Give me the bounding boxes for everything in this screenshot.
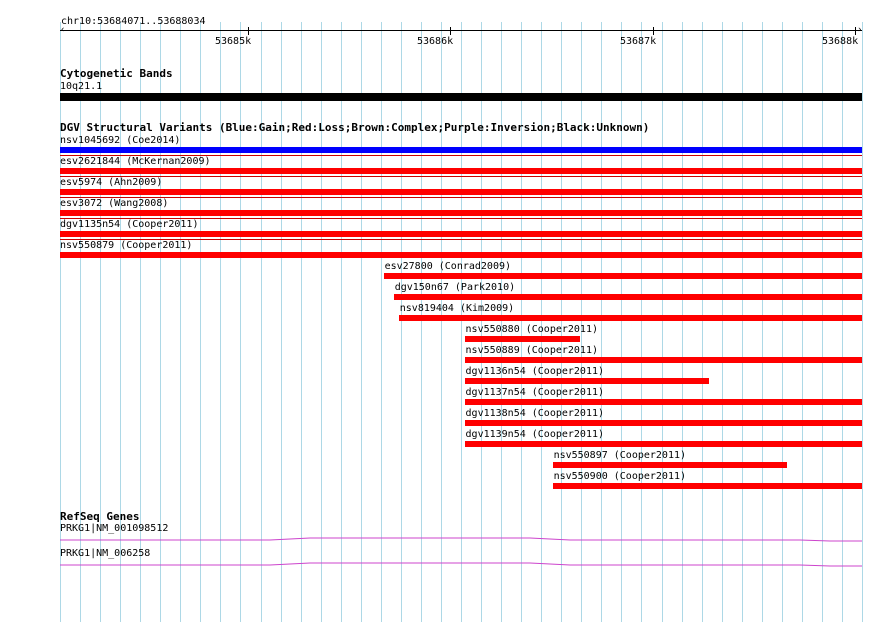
variant-row-divider xyxy=(60,197,862,198)
dgv-track-title: DGV Structural Variants (Blue:Gain;Red:L… xyxy=(60,121,650,134)
variant-label: nsv1045692 (Coe2014) xyxy=(60,135,181,146)
variant-bar[interactable] xyxy=(464,441,862,447)
scale-tick xyxy=(855,27,856,35)
variant-bar[interactable] xyxy=(464,378,710,384)
scale-tick xyxy=(450,27,451,35)
scale-tick-label: 53687k xyxy=(620,36,657,47)
variant-label: nsv550889 (Cooper2011) xyxy=(465,345,598,356)
gene-label: PRKG1|NM_001098512 xyxy=(60,523,169,534)
variant-bar[interactable] xyxy=(552,483,862,489)
scale-tick-label: 53685k xyxy=(215,36,252,47)
scale-tick-label: 53688k xyxy=(822,36,859,47)
variant-row-divider xyxy=(60,176,862,177)
gene-intron-line xyxy=(60,562,862,567)
scale-axis-line xyxy=(60,30,862,31)
scale-arrow-right-icon: › xyxy=(857,25,863,35)
variant-bar[interactable] xyxy=(552,462,788,468)
variant-label: esv27800 (Conrad2009) xyxy=(384,261,512,272)
variant-bar[interactable] xyxy=(398,315,862,321)
variant-label: dgv1135n54 (Cooper2011) xyxy=(60,219,199,230)
gene-model[interactable] xyxy=(0,535,890,545)
variant-label: nsv819404 (Kim2009) xyxy=(399,303,515,314)
variant-bar[interactable] xyxy=(60,168,862,174)
cytoband-label: 10q21.1 xyxy=(60,81,103,92)
variant-label: dgv1138n54 (Cooper2011) xyxy=(465,408,605,419)
variant-label: nsv550879 (Cooper2011) xyxy=(60,240,193,251)
variant-bar[interactable] xyxy=(60,210,862,216)
location-label: chr10:53684071..53688034 xyxy=(61,16,206,27)
scale-arrow-left-icon: ‹ xyxy=(60,25,66,35)
variant-label: esv5974 (Ahn2009) xyxy=(60,177,163,188)
gene-intron-line xyxy=(60,537,862,542)
scale-tick xyxy=(653,27,654,35)
variant-bar[interactable] xyxy=(464,399,862,405)
variant-bar[interactable] xyxy=(60,231,862,237)
gene-model[interactable] xyxy=(0,560,890,570)
variant-bar[interactable] xyxy=(60,189,862,195)
variant-bar[interactable] xyxy=(393,294,862,300)
gene-label: PRKG1|NM_006258 xyxy=(60,548,151,559)
cytoband-bar[interactable] xyxy=(60,93,862,101)
cytoband-track-title: Cytogenetic Bands xyxy=(60,67,173,80)
variant-bar[interactable] xyxy=(464,420,862,426)
variant-label: esv3072 (Wang2008) xyxy=(60,198,169,209)
variant-label: esv2621844 (McKernan2009) xyxy=(60,156,211,167)
variant-bar[interactable] xyxy=(383,273,862,279)
variant-bar[interactable] xyxy=(60,147,862,153)
variant-label: dgv1139n54 (Cooper2011) xyxy=(465,429,605,440)
variant-label: nsv550880 (Cooper2011) xyxy=(465,324,598,335)
genome-browser-panel: ‹ › 53685k 53686k 53687k 53688k chr10:5368407… xyxy=(0,0,890,622)
variant-bar[interactable] xyxy=(464,357,862,363)
variant-label: dgv1137n54 (Cooper2011) xyxy=(465,387,605,398)
variant-label: dgv1136n54 (Cooper2011) xyxy=(465,366,605,377)
scale-tick-label: 53686k xyxy=(417,36,454,47)
variant-bar[interactable] xyxy=(60,252,862,258)
variant-label: nsv550900 (Cooper2011) xyxy=(553,471,687,482)
scale-tick xyxy=(248,27,249,35)
refseq-track-title: RefSeq Genes xyxy=(60,510,140,523)
variant-label: dgv150n67 (Park2010) xyxy=(394,282,516,293)
variant-bar[interactable] xyxy=(464,336,580,342)
variant-label: nsv550897 (Cooper2011) xyxy=(553,450,687,461)
